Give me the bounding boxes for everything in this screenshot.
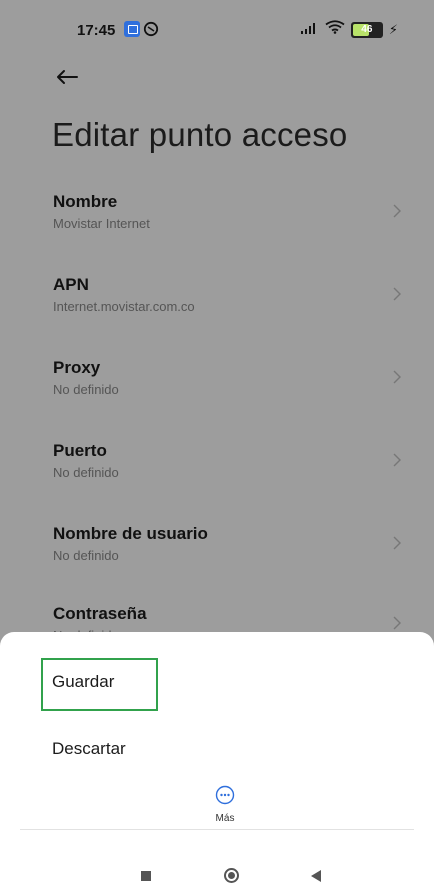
battery-icon: 46	[350, 21, 383, 38]
page-title: Editar punto acceso	[52, 116, 348, 153]
setting-value: Internet.movistar.com.co	[53, 299, 195, 314]
chevron-right-icon	[393, 616, 401, 630]
nav-back-button[interactable]	[311, 870, 321, 882]
screen: 17:45 46 ⚡ Editar punto acceso Nombre Mo…	[0, 0, 434, 894]
setting-row-apn[interactable]: APN Internet.movistar.com.co	[0, 269, 434, 339]
chevron-right-icon	[393, 536, 401, 550]
setting-label: Nombre de usuario	[53, 524, 208, 543]
status-bar: 17:45 46 ⚡	[0, 0, 434, 62]
alarm-icon	[143, 21, 159, 37]
setting-row-proxy[interactable]: Proxy No definido	[0, 352, 434, 422]
back-button[interactable]	[52, 62, 82, 92]
wifi-icon	[325, 20, 345, 39]
setting-value: Movistar Internet	[53, 216, 150, 231]
setting-label: Contraseña	[53, 604, 147, 623]
setting-label: APN	[53, 275, 89, 294]
setting-label: Proxy	[53, 358, 101, 377]
nav-recents-button[interactable]	[141, 871, 151, 881]
signal-icon	[300, 21, 319, 39]
bottom-sheet: Guardar Descartar Más	[0, 632, 434, 894]
setting-value: No definido	[53, 548, 119, 563]
divider	[20, 829, 414, 830]
charging-icon: ⚡	[388, 21, 398, 37]
setting-row-nombre-usuario[interactable]: Nombre de usuario No definido	[0, 518, 434, 588]
chevron-right-icon	[393, 370, 401, 384]
chevron-right-icon	[393, 453, 401, 467]
nav-home-button[interactable]	[224, 868, 239, 883]
setting-row-puerto[interactable]: Puerto No definido	[0, 435, 434, 505]
setting-label: Puerto	[53, 441, 107, 460]
arrow-left-icon	[57, 70, 78, 84]
calendar-icon	[124, 21, 140, 37]
save-button[interactable]: Guardar	[52, 672, 114, 692]
chevron-right-icon	[393, 287, 401, 301]
status-time: 17:45	[77, 22, 116, 39]
setting-row-nombre[interactable]: Nombre Movistar Internet	[0, 186, 434, 256]
more-button[interactable]: Más	[208, 785, 242, 824]
setting-value: No definido	[53, 382, 119, 397]
chevron-right-icon	[393, 204, 401, 218]
discard-button[interactable]: Descartar	[52, 739, 126, 759]
battery-level: 46	[361, 23, 373, 35]
setting-value: No definido	[53, 465, 119, 480]
more-icon	[215, 785, 235, 805]
more-label: Más	[215, 813, 235, 824]
setting-label: Nombre	[53, 192, 118, 211]
